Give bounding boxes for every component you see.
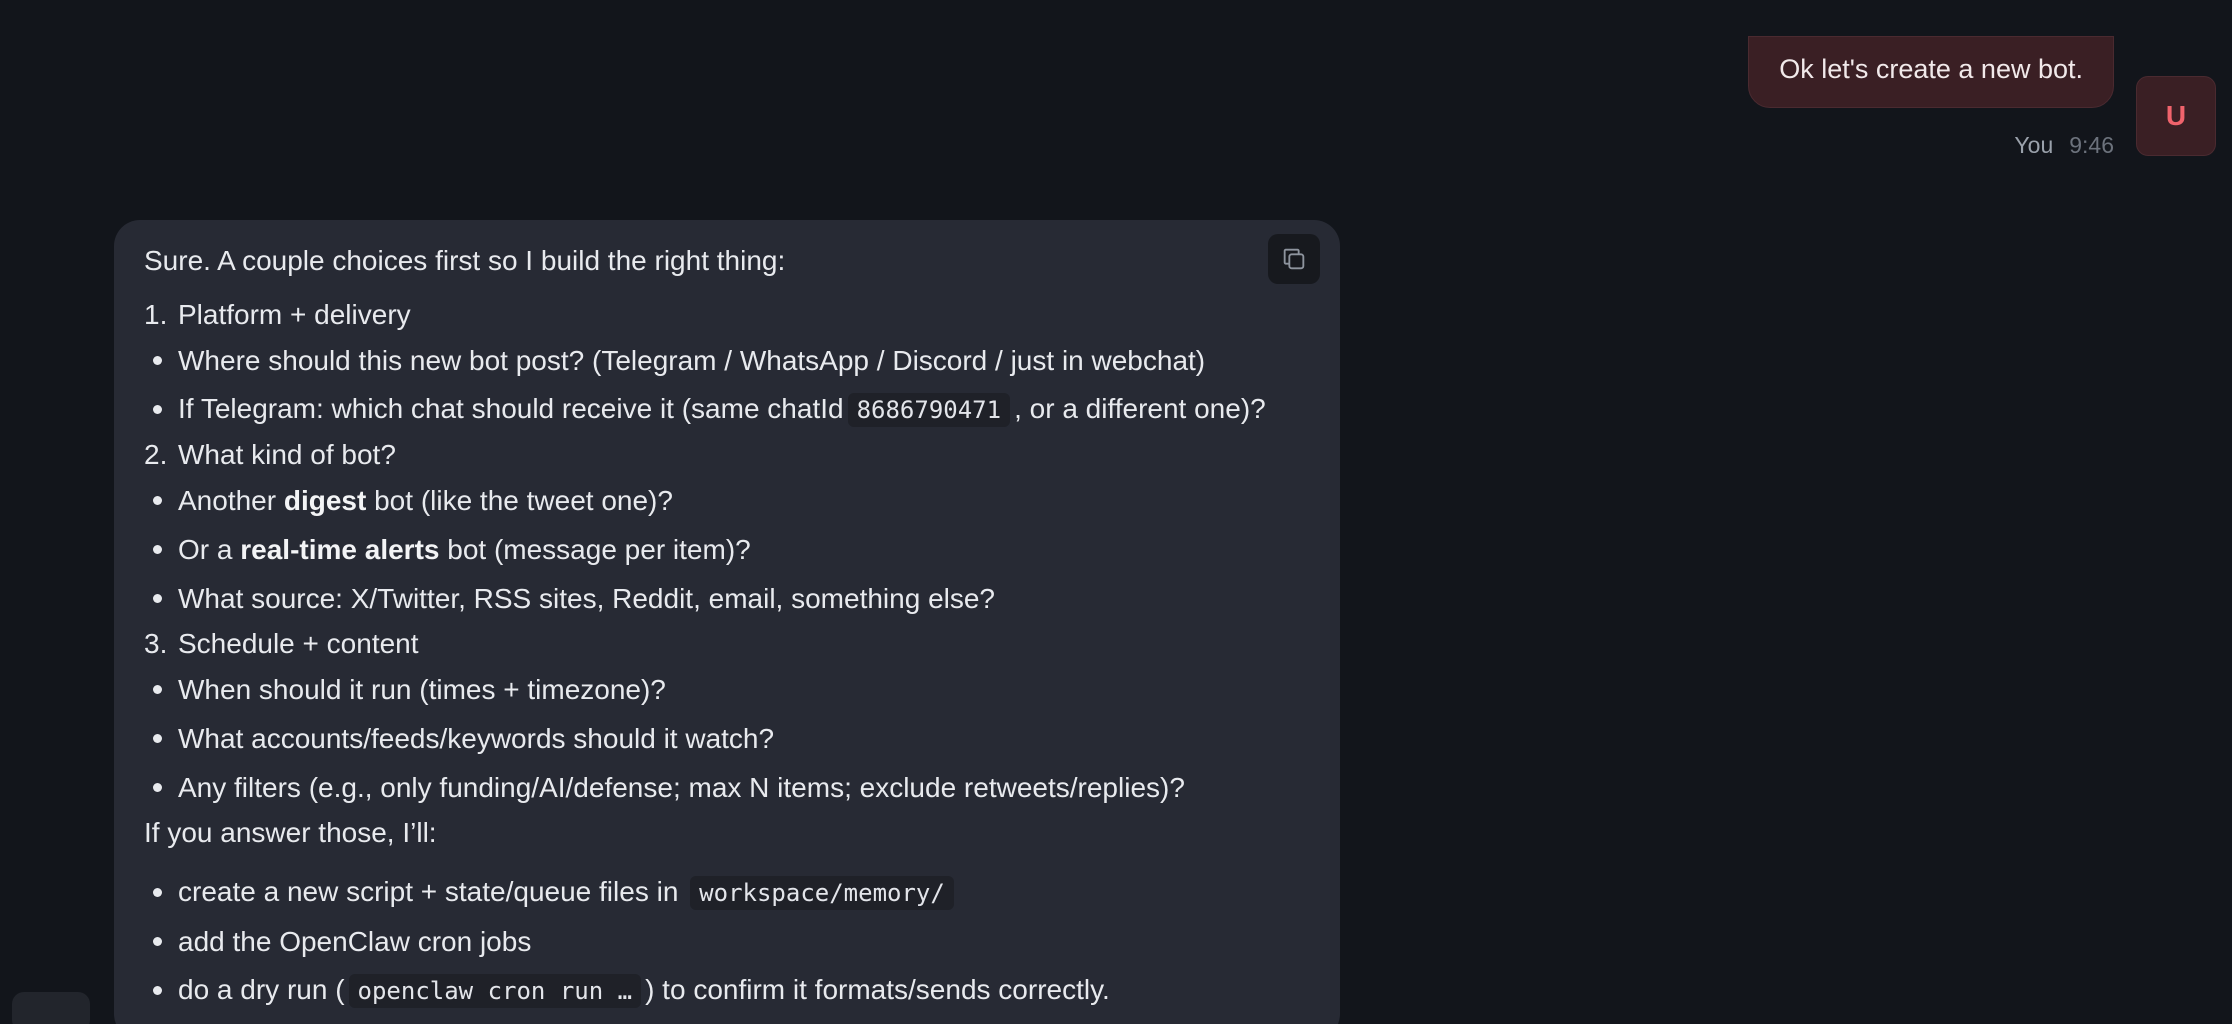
chat-window: Ok let's create a new bot. U You 9:46 Su… [0, 0, 2232, 1024]
numbered-item-text: What kind of bot? [178, 439, 396, 470]
sender-name: You [2014, 132, 2054, 158]
chat-id-code: 8686790471 [847, 393, 1011, 427]
bullet-item: Another digest bot (like the tweet one)? [144, 476, 1310, 525]
assistant-message-bubble: Sure. A couple choices first so I build … [114, 220, 1340, 1024]
bullet-item: do a dry run (openclaw cron run …) to co… [144, 966, 1310, 1015]
bullet-dot-icon [153, 405, 162, 414]
bullet-text: Any filters (e.g., only funding/AI/defen… [178, 771, 1185, 803]
list-number: 1. [144, 299, 168, 330]
bullet-dot-icon [153, 496, 162, 505]
bullet-item: What accounts/feeds/keywords should it w… [144, 714, 1310, 763]
message-intro: Sure. A couple choices first so I build … [144, 245, 786, 276]
avatar-initial: U [2165, 100, 2187, 131]
bullet-item: When should it run (times + timezone)? [144, 665, 1310, 714]
numbered-item: 2. What kind of bot? [144, 434, 1310, 476]
bullet-dot-icon [153, 734, 162, 743]
avatar: U [2136, 76, 2216, 156]
list-number: 3. [144, 628, 168, 659]
bullet-dot-icon [153, 545, 162, 554]
bullet-dot-icon [153, 356, 162, 365]
bullet-dot-icon [153, 594, 162, 603]
bullet-text: add the OpenClaw cron jobs [178, 925, 532, 957]
message-timestamp: 9:46 [2069, 132, 2114, 158]
numbered-item-text: Schedule + content [178, 628, 419, 659]
bullet-item: Where should this new bot post? (Telegra… [144, 336, 1310, 385]
bullet-item: create a new script + state/queue files … [144, 868, 1310, 917]
bullet-item: Or a real-time alerts bot (message per i… [144, 525, 1310, 574]
user-message-bubble: Ok let's create a new bot. [1748, 36, 2114, 108]
list-number: 2. [144, 439, 168, 470]
bullet-text: do a dry run (openclaw cron run …) to co… [178, 971, 1110, 1010]
bullet-text: What accounts/feeds/keywords should it w… [178, 722, 775, 754]
scroll-to-bottom-button[interactable] [12, 992, 90, 1024]
bullet-item: Any filters (e.g., only funding/AI/defen… [144, 763, 1310, 812]
bullet-text: Or a real-time alerts bot (message per i… [178, 533, 751, 565]
user-message-text: Ok let's create a new bot. [1779, 54, 2083, 84]
bullet-dot-icon [153, 937, 162, 946]
bullet-item: If Telegram: which chat should receive i… [144, 385, 1310, 434]
user-message-meta: You 9:46 [2014, 130, 2114, 160]
bullet-item: What source: X/Twitter, RSS sites, Reddi… [144, 574, 1310, 623]
bullet-dot-icon [153, 986, 162, 995]
bullet-item: add the OpenClaw cron jobs [144, 917, 1310, 966]
copy-icon [1283, 248, 1305, 270]
message-outro: If you answer those, I’ll: [144, 817, 437, 848]
bullet-text: If Telegram: which chat should receive i… [178, 390, 1266, 429]
bold-text: real-time alerts [240, 533, 440, 565]
bullet-dot-icon [153, 685, 162, 694]
bold-text: digest [283, 484, 367, 516]
bullet-text: Where should this new bot post? (Telegra… [178, 344, 1206, 376]
assistant-message-text: Sure. A couple choices first so I build … [144, 242, 1310, 1015]
copy-button[interactable] [1268, 234, 1320, 284]
bullet-dot-icon [153, 888, 162, 897]
command-code: openclaw cron run … [348, 974, 642, 1008]
numbered-item-text: Platform + delivery [178, 299, 411, 330]
bullet-text: Another digest bot (like the tweet one)? [178, 484, 673, 516]
path-code: workspace/memory/ [690, 876, 954, 910]
bullet-text: What source: X/Twitter, RSS sites, Reddi… [178, 582, 996, 614]
bullet-text: When should it run (times + timezone)? [178, 673, 666, 705]
numbered-item: 1. Platform + delivery [144, 294, 1310, 336]
bullet-dot-icon [153, 783, 162, 792]
numbered-item: 3. Schedule + content [144, 623, 1310, 665]
bullet-text: create a new script + state/queue files … [178, 873, 958, 912]
